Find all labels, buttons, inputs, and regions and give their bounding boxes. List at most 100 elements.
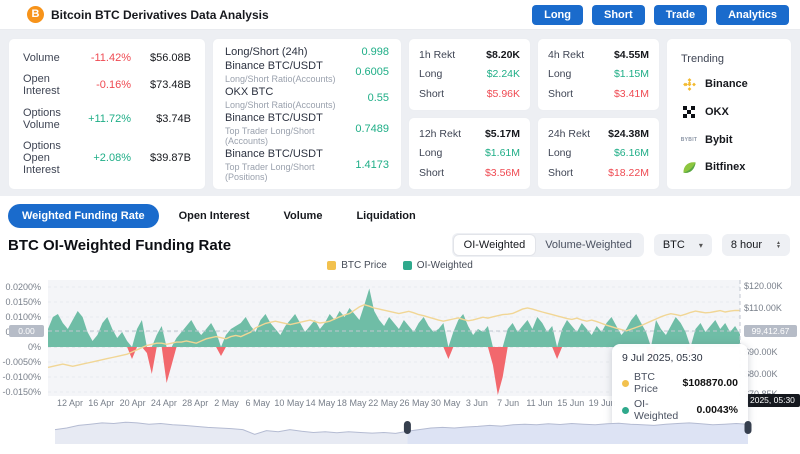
rekt-total: $4.55M (614, 49, 649, 61)
stat-label: Options Open Interest (23, 140, 75, 176)
ratio-value: 0.55 (368, 92, 389, 104)
x-axis-tick: 3 Jun (466, 398, 488, 408)
x-axis-tick: 7 Jun (497, 398, 519, 408)
long-button[interactable]: Long (532, 5, 583, 25)
x-axis-tick: 16 Apr (88, 398, 114, 408)
x-axis-tick: 22 May (368, 398, 398, 408)
navigator-area-left (55, 422, 407, 444)
tooltip-label: BTC Price (634, 371, 678, 395)
x-axis-tick: 12 Apr (57, 398, 83, 408)
x-axis-tick: 20 Apr (120, 398, 146, 408)
y-axis-left-tick: 0.0100% (5, 312, 41, 322)
chart-legend: BTC Price OI-Weighted (0, 260, 800, 271)
x-axis-tick: 6 May (246, 398, 271, 408)
ratio-text: OKX BTC Long/Short Ratio(Accounts) (225, 86, 368, 110)
okx-icon (681, 104, 697, 120)
stat-row: Options Open Interest +2.08% $39.87B (23, 140, 191, 176)
crosshair-right-badge: 99,412.67 (744, 325, 797, 337)
y-axis-left-tick: 0% (28, 342, 41, 352)
navigator-handle[interactable] (404, 421, 411, 434)
ratio-label: Long/Short (24h) (225, 46, 355, 58)
rekt-long-value: $1.15M (614, 68, 649, 80)
chart-panel: Weighted Funding Rate Open Interest Volu… (0, 196, 800, 454)
binance-icon (681, 76, 697, 92)
tab-volume[interactable]: Volume (270, 204, 337, 228)
trade-button[interactable]: Trade (654, 5, 707, 25)
weighting-toggle: OI-Weighted Volume-Weighted (452, 233, 644, 257)
stat-row: Open Interest -0.16% $73.48B (23, 73, 191, 97)
stat-row: Options Volume +11.72% $3.74B (23, 107, 191, 131)
app-header: B Bitcoin BTC Derivatives Data Analysis … (0, 0, 800, 30)
rekt-title: 1h Rekt (419, 49, 455, 61)
legend-item-oi-weighted[interactable]: OI-Weighted (403, 260, 473, 271)
y-axis-right-tick: $80.00K (744, 369, 778, 379)
symbol-select[interactable]: BTC ▾ (654, 234, 712, 256)
x-axis-tick: 26 May (400, 398, 430, 408)
stat-row: Volume -11.42% $56.08B (23, 52, 191, 64)
rekt-title: 12h Rekt (419, 128, 461, 140)
tab-weighted-funding-rate[interactable]: Weighted Funding Rate (8, 204, 159, 228)
rekt-row: Short $3.41M (548, 88, 649, 100)
x-axis-tick: 28 Apr (182, 398, 208, 408)
rekt-long-label: Long (419, 147, 442, 159)
rekt-row: Short $18.22M (548, 167, 649, 179)
rekt-card-12h: 12h Rekt $5.17M Long $1.61M Short $3.56M (408, 117, 531, 190)
trending-item-okx[interactable]: OKX (681, 104, 777, 120)
ratio-text: Long/Short (24h) (225, 46, 361, 58)
short-button[interactable]: Short (592, 5, 645, 25)
tab-liquidation[interactable]: Liquidation (342, 204, 429, 228)
y-axis-right-tick: $90.00K (744, 347, 778, 357)
stat-value: $3.74B (131, 113, 191, 125)
bitcoin-icon: B (27, 6, 44, 23)
ratio-value: 0.998 (361, 46, 389, 58)
rekt-row: Long $1.15M (548, 68, 649, 80)
ratio-text: Binance BTC/USDT Top Trader Long/Short (… (225, 148, 355, 182)
rekt-row: Long $6.16M (548, 147, 649, 159)
ratio-sublabel: Top Trader Long/Short (Accounts) (225, 126, 349, 146)
rekt-card-1h: 1h Rekt $8.20K Long $2.24K Short $5.96K (408, 38, 531, 111)
btc-price-swatch-icon (327, 261, 336, 270)
rekt-title: 24h Rekt (548, 128, 590, 140)
ratio-sublabel: Long/Short Ratio(Accounts) (225, 100, 362, 110)
navigator-area-selected (407, 423, 748, 444)
x-axis-tick: 14 May (306, 398, 336, 408)
trending-card: Trending Binance OKX BYBIT B (666, 38, 792, 190)
rekt-row: Short $3.56M (419, 167, 520, 179)
rekt-long-value: $1.61M (485, 147, 520, 159)
ratio-sublabel: Long/Short Ratio(Accounts) (225, 74, 349, 84)
chart-controls: OI-Weighted Volume-Weighted BTC ▾ 8 hour… (452, 233, 790, 257)
page-title: Bitcoin BTC Derivatives Data Analysis (51, 8, 269, 22)
navigator-handle[interactable] (745, 421, 752, 434)
trending-title: Trending (681, 53, 777, 65)
analytics-button[interactable]: Analytics (716, 5, 789, 25)
stat-change: -11.42% (75, 52, 131, 64)
rekt-short-value: $3.41M (614, 88, 649, 100)
symbol-select-value: BTC (663, 239, 685, 251)
bybit-icon: BYBIT (681, 132, 697, 148)
y-axis-right-tick: $120.00K (744, 281, 783, 291)
rekt-title: 4h Rekt (548, 49, 584, 61)
rekt-row: 12h Rekt $5.17M (419, 128, 520, 140)
trending-item-bitfinex[interactable]: Bitfinex (681, 159, 777, 175)
rekt-short-label: Short (419, 167, 444, 179)
rekt-total: $8.20K (486, 49, 520, 61)
toggle-oi-weighted[interactable]: OI-Weighted (454, 235, 536, 255)
ratio-row: Binance BTC/USDT Top Trader Long/Short (… (225, 148, 389, 182)
stat-value: $56.08B (131, 52, 191, 64)
tab-open-interest[interactable]: Open Interest (165, 204, 264, 228)
stat-label: Open Interest (23, 73, 75, 97)
trending-item-label: OKX (705, 106, 729, 118)
ratio-label: Binance BTC/USDT (225, 112, 349, 124)
rekt-short-value: $5.96K (487, 88, 520, 100)
tooltip-row: BTC Price $108870.00 (622, 371, 738, 395)
trending-item-binance[interactable]: Binance (681, 76, 777, 92)
trending-item-bybit[interactable]: BYBIT Bybit (681, 132, 777, 148)
x-axis-tick: 24 Apr (151, 398, 177, 408)
chart-navigator[interactable] (0, 410, 800, 448)
legend-item-btc-price[interactable]: BTC Price (327, 260, 387, 271)
rekt-row: Long $1.61M (419, 147, 520, 159)
ratio-row: Long/Short (24h) 0.998 (225, 46, 389, 58)
rekt-long-value: $2.24K (487, 68, 520, 80)
interval-select[interactable]: 8 hour ▲▼ (722, 234, 790, 256)
toggle-volume-weighted[interactable]: Volume-Weighted (535, 235, 642, 255)
